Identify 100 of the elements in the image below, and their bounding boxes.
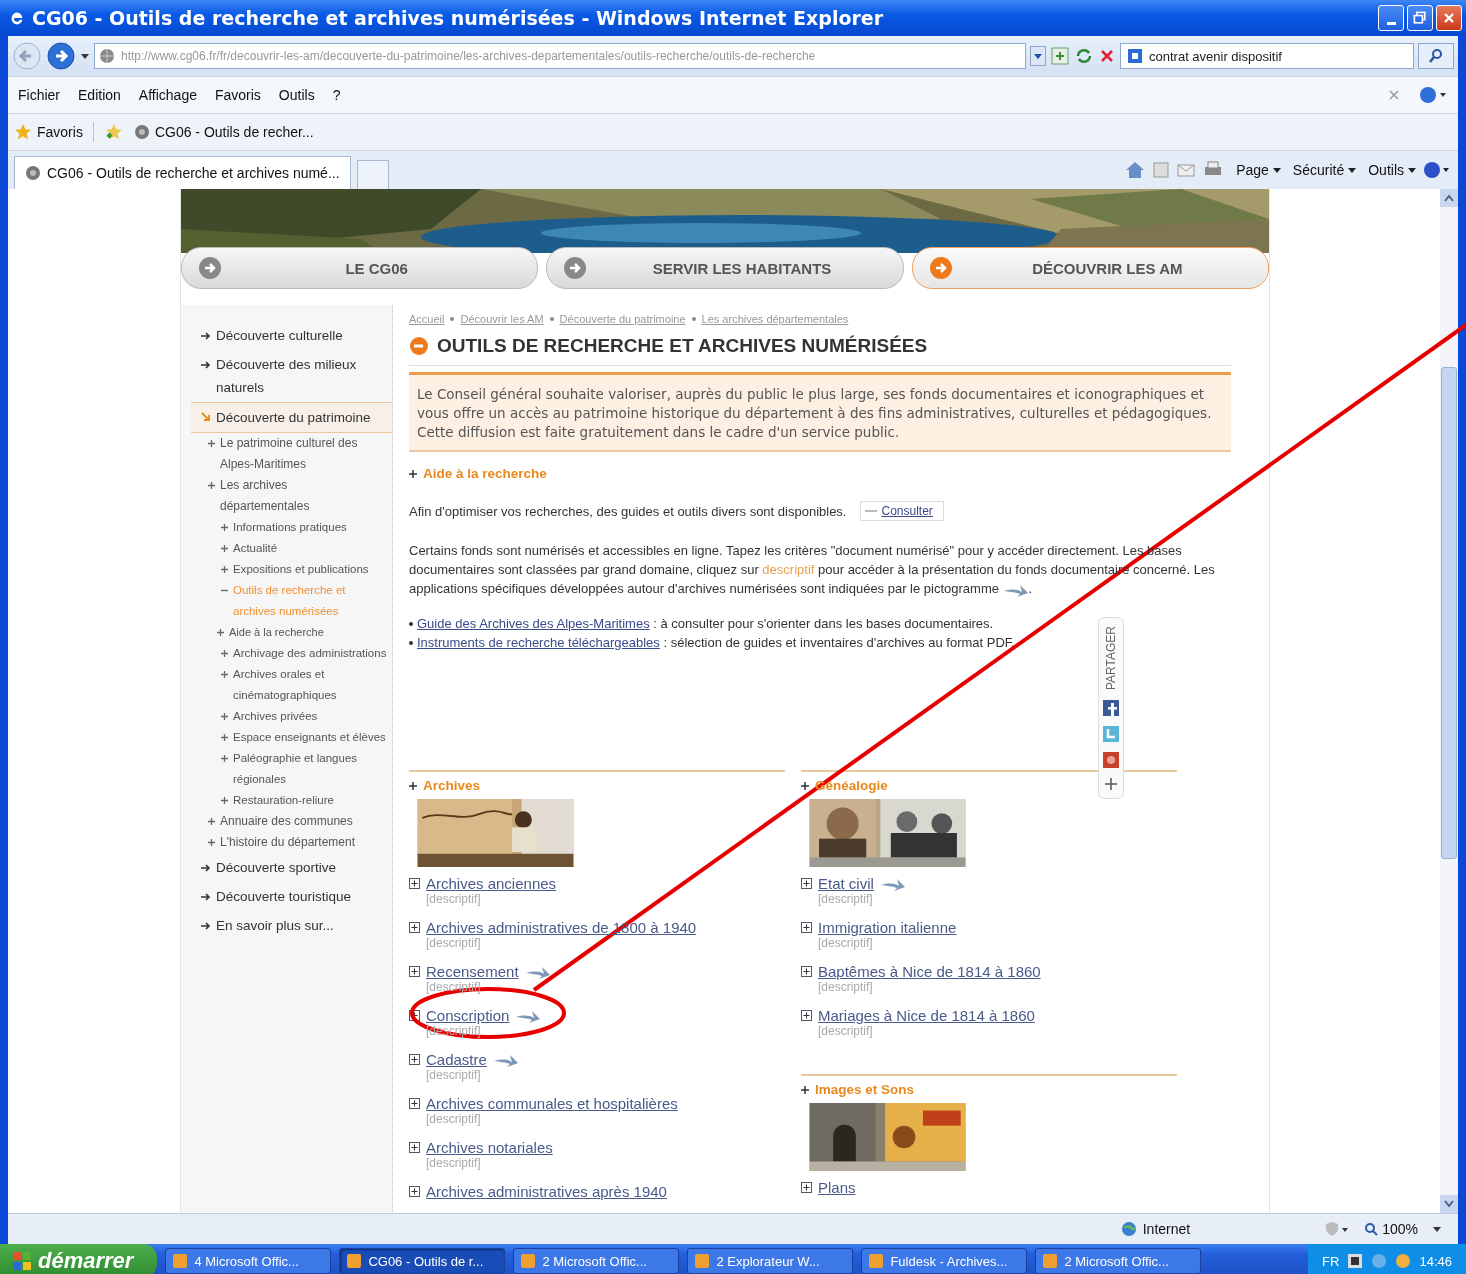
expand-icon[interactable] bbox=[409, 922, 420, 933]
command-menu[interactable]: Outils bbox=[1368, 162, 1416, 178]
dropdown-icon[interactable] bbox=[1432, 1225, 1442, 1233]
sidebar-item[interactable]: Archives orales et cinématographiques bbox=[233, 664, 392, 706]
command-menu[interactable]: Sécurité bbox=[1292, 162, 1357, 178]
scroll-up-icon[interactable] bbox=[1444, 194, 1454, 202]
sidebar-item[interactable]: En savoir plus sur... bbox=[216, 914, 334, 937]
document-link[interactable]: Instruments de recherche téléchargeables bbox=[417, 635, 660, 650]
collection-link[interactable]: Archives administratives après 1940 bbox=[426, 1183, 667, 1200]
sidebar-item[interactable]: Informations pratiques bbox=[233, 517, 347, 538]
taskbar-button[interactable]: CG06 - Outils de r... bbox=[339, 1248, 506, 1274]
sidebar-item[interactable]: Restauration-reliure bbox=[233, 790, 334, 811]
separator-icon bbox=[549, 317, 554, 321]
dropdown-icon[interactable] bbox=[80, 51, 90, 61]
expand-icon[interactable] bbox=[409, 1054, 420, 1065]
command-menu[interactable]: Page bbox=[1236, 162, 1281, 178]
close-button[interactable] bbox=[1436, 5, 1462, 31]
collection-link[interactable]: Archives notariales bbox=[426, 1139, 553, 1156]
favorites-button[interactable]: Favoris bbox=[14, 123, 83, 141]
window-title: CG06 - Outils de recherche et archives numérisées - Windows Internet Explorer bbox=[32, 7, 885, 29]
shield-icon[interactable] bbox=[1324, 1221, 1351, 1237]
scroll-down-icon[interactable] bbox=[1444, 1200, 1454, 1208]
dropdown-icon[interactable] bbox=[1030, 46, 1046, 66]
compatibility-icon[interactable] bbox=[1050, 46, 1070, 66]
sidebar-item[interactable]: Le patrimoine culturel des Alpes-Maritimes bbox=[220, 433, 380, 475]
nav-tab[interactable]: DÉCOUVRIR LES AM bbox=[911, 247, 1269, 289]
menu-item[interactable]: Edition bbox=[78, 87, 121, 103]
sidebar-item[interactable]: Actualité bbox=[233, 538, 278, 559]
plus-icon[interactable] bbox=[1105, 778, 1117, 790]
zoom-level[interactable]: 100% bbox=[1364, 1221, 1418, 1237]
collection-link[interactable]: Etat civil bbox=[818, 875, 874, 892]
plus-icon bbox=[801, 781, 809, 790]
sidebar-item[interactable]: Découverte culturelle bbox=[216, 324, 343, 347]
consult-button[interactable]: Consulter bbox=[860, 501, 944, 521]
plus-icon bbox=[208, 482, 215, 489]
expand-icon[interactable] bbox=[409, 966, 420, 977]
maximize-button[interactable] bbox=[1407, 5, 1433, 31]
menu-item[interactable]: ? bbox=[332, 87, 341, 103]
refresh-icon[interactable] bbox=[1074, 46, 1094, 66]
collection-link[interactable]: Archives communales et hospitalières bbox=[426, 1095, 678, 1112]
minimize-button[interactable] bbox=[1378, 5, 1404, 31]
menu-item[interactable]: Favoris bbox=[214, 87, 261, 103]
menu-item[interactable]: Outils bbox=[278, 87, 315, 103]
arrow-circle-icon bbox=[409, 336, 429, 356]
social-share-icon[interactable] bbox=[1103, 700, 1119, 716]
document-link[interactable]: Guide des Archives des Alpes-Maritimes bbox=[417, 616, 650, 631]
collection-link[interactable]: Conscription bbox=[426, 1007, 510, 1024]
collection-link[interactable]: Recensement bbox=[426, 963, 519, 980]
plus-icon bbox=[221, 713, 228, 720]
taskbar-button[interactable]: 2 Microsoft Offic... bbox=[513, 1248, 680, 1274]
collection-link[interactable]: Baptêmes à Nice de 1814 à 1860 bbox=[818, 963, 1041, 980]
sidebar-item[interactable]: Aide à la recherche bbox=[229, 622, 324, 643]
search-field[interactable]: contrat avenir dispositif bbox=[1120, 43, 1414, 69]
expand-icon[interactable] bbox=[409, 1098, 420, 1109]
collection-link[interactable]: Plans bbox=[818, 1179, 856, 1196]
sidebar-item[interactable]: Expositions et publications bbox=[233, 559, 369, 580]
sidebar-item[interactable]: Annuaire des communes bbox=[220, 811, 353, 832]
sidebar-item[interactable]: Découverte touristique bbox=[216, 885, 352, 908]
expand-icon[interactable] bbox=[801, 922, 812, 933]
taskbar-button[interactable]: Fuldesk - Archives... bbox=[861, 1248, 1028, 1274]
section-title: Aide à la recherche bbox=[423, 466, 547, 481]
menu-item[interactable]: Fichier bbox=[18, 87, 60, 103]
expand-icon[interactable] bbox=[801, 966, 812, 977]
caret-icon bbox=[1348, 166, 1357, 174]
expand-icon[interactable] bbox=[409, 1186, 420, 1197]
sidebar-item[interactable]: Découverte des milieux naturels bbox=[216, 353, 384, 399]
sidebar-item[interactable]: Découverte sportive bbox=[216, 856, 337, 879]
sidebar-item[interactable]: L'histoire du département bbox=[220, 832, 356, 853]
collection-link[interactable]: Mariages à Nice de 1814 à 1860 bbox=[818, 1007, 1035, 1024]
collection-link[interactable]: Archives anciennes bbox=[426, 875, 557, 892]
app-icon bbox=[346, 1253, 363, 1269]
sidebar-item[interactable]: Archivage des administrations bbox=[233, 643, 387, 664]
sidebar-item[interactable]: Archives privées bbox=[233, 706, 318, 727]
start-button[interactable]: démarrer bbox=[0, 1244, 158, 1274]
sidebar-item[interactable]: Espace enseignants et élèves bbox=[233, 727, 386, 748]
expand-icon[interactable] bbox=[801, 878, 812, 889]
nav-tab[interactable]: LE CG06 bbox=[181, 247, 539, 289]
expand-icon[interactable] bbox=[409, 1142, 420, 1153]
collection-link[interactable]: Immigration italienne bbox=[818, 919, 957, 936]
taskbar-button[interactable]: 2 Explorateur W... bbox=[687, 1248, 854, 1274]
close-icon[interactable] bbox=[1388, 89, 1400, 101]
help-icon[interactable] bbox=[1422, 160, 1452, 180]
expand-icon[interactable] bbox=[409, 1010, 420, 1021]
collection-link[interactable]: Cadastre bbox=[426, 1051, 487, 1068]
expand-icon[interactable] bbox=[801, 1182, 812, 1193]
sidebar-item[interactable]: Les archives départementales bbox=[220, 475, 380, 517]
nav-tab[interactable]: SERVIR LES HABITANTS bbox=[546, 247, 904, 289]
search-button[interactable] bbox=[1418, 43, 1454, 69]
help-icon[interactable] bbox=[1418, 85, 1448, 105]
forward-icon[interactable] bbox=[46, 41, 76, 71]
favorite-link[interactable]: CG06 - Outils de recher... bbox=[133, 124, 314, 140]
tray-icon[interactable] bbox=[1347, 1253, 1364, 1269]
scrollbar[interactable] bbox=[1440, 189, 1458, 1213]
taskbar-button[interactable]: 4 Microsoft Offic... bbox=[165, 1248, 332, 1274]
browser-tab[interactable]: CG06 - Outils de recherche et archives numé... bbox=[14, 156, 351, 189]
expand-icon[interactable] bbox=[801, 1010, 812, 1021]
sidebar-item[interactable]: Paléographie et langues régionales bbox=[233, 748, 392, 790]
taskbar-button[interactable]: 2 Microsoft Offic... bbox=[1035, 1248, 1202, 1274]
menu-item[interactable]: Affichage bbox=[138, 87, 197, 103]
expand-icon[interactable] bbox=[409, 878, 420, 889]
